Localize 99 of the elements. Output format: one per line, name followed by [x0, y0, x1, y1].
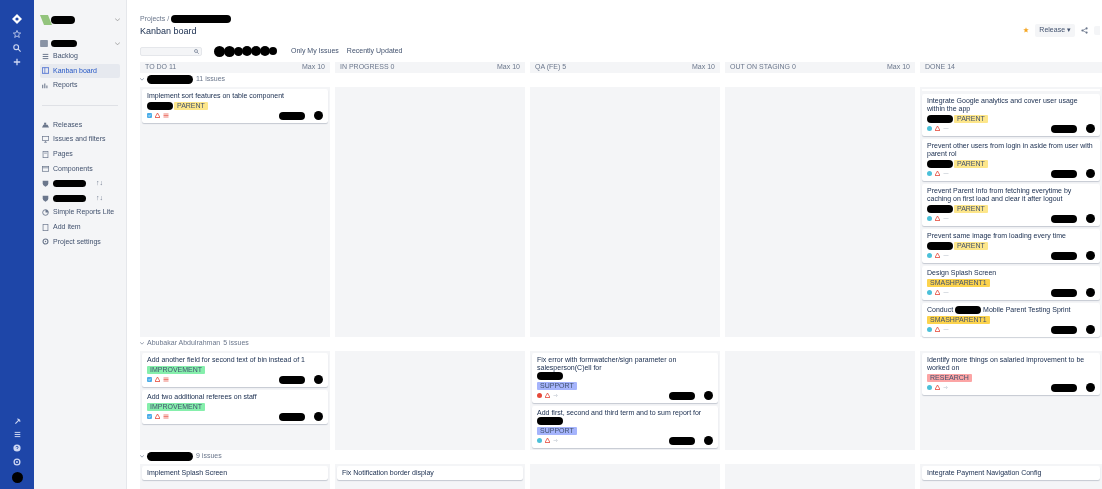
star-icon[interactable]: [13, 30, 21, 38]
search-icon[interactable]: [13, 44, 21, 52]
redaction-mark: [279, 111, 305, 120]
box-icon: [42, 165, 49, 173]
redaction-mark: [1086, 124, 1095, 133]
settings-icon: [42, 238, 49, 246]
redaction-mark: [314, 412, 323, 421]
chevron-icon[interactable]: [140, 342, 144, 345]
warning-icon: [545, 438, 550, 443]
warning-icon: [935, 385, 940, 390]
priority-icon: [163, 377, 169, 382]
page-title: Kanban board: [140, 24, 198, 37]
dot-icon: [927, 327, 932, 332]
warning-icon: [935, 171, 940, 176]
redaction-mark: [1086, 288, 1095, 297]
redaction-mark: [214, 45, 225, 57]
redaction-mark: [1051, 325, 1077, 334]
priority-icon: [163, 113, 169, 118]
plus-icon[interactable]: [13, 58, 21, 66]
pin-icon[interactable]: [13, 418, 21, 425]
board-icon: [40, 40, 48, 47]
star-icon[interactable]: [1023, 27, 1030, 34]
dash-icon: [943, 327, 949, 332]
dot-icon: [927, 290, 932, 295]
redaction-mark: [955, 305, 982, 314]
dash-icon: [943, 171, 949, 176]
settings-icon[interactable]: [13, 458, 21, 466]
dash-icon: [943, 290, 949, 295]
redaction-mark: [279, 375, 305, 384]
document-icon: [42, 223, 49, 231]
redaction-mark: [224, 45, 235, 57]
redaction-mark: [1086, 214, 1095, 223]
pie-icon: [42, 209, 49, 217]
redaction-mark: [53, 194, 86, 202]
redaction-mark: [1051, 124, 1077, 133]
redaction-mark: [1051, 288, 1077, 297]
redaction-mark: [1086, 325, 1095, 334]
redaction-mark: [704, 391, 713, 400]
warning-icon: [155, 377, 160, 382]
dot-icon: [927, 253, 932, 258]
arrow-icon: [553, 393, 559, 398]
redaction-mark: [1051, 169, 1077, 178]
redaction-mark: [279, 412, 305, 421]
search-field[interactable]: [140, 46, 202, 56]
redaction-mark: [669, 436, 695, 445]
checkbox-icon: [147, 377, 152, 382]
warning-icon: [545, 393, 550, 398]
ship-icon: [42, 121, 49, 129]
arrow-icon: [553, 438, 559, 443]
warning-icon: [155, 113, 160, 118]
redaction-mark: [1051, 251, 1077, 260]
redaction-mark: [537, 371, 563, 380]
chevron-icon[interactable]: [140, 455, 144, 458]
redaction-mark: [314, 111, 323, 120]
dot-icon: [537, 393, 542, 398]
warning-icon: [935, 216, 940, 221]
monitor-icon: [42, 136, 49, 144]
help-icon[interactable]: [13, 444, 21, 452]
redaction-mark: [1086, 251, 1095, 260]
checkbox-icon: [147, 113, 152, 118]
warning-icon: [155, 414, 160, 419]
dot-icon: [927, 385, 932, 390]
redaction-mark: [11, 472, 23, 483]
dot-icon: [927, 216, 932, 221]
search-icon: [194, 48, 199, 54]
arrow-icon: [943, 385, 949, 390]
chart-icon: [42, 82, 49, 89]
redaction-mark: [1086, 383, 1095, 392]
warning-icon: [935, 126, 940, 131]
redaction-mark: [1086, 169, 1095, 178]
redaction-mark: [537, 416, 563, 425]
dot-icon: [537, 438, 542, 443]
redaction-mark: [53, 179, 86, 187]
chevron-icon[interactable]: [140, 78, 144, 81]
logo-icon[interactable]: [12, 14, 22, 24]
list-icon: [42, 52, 49, 60]
dash-icon: [943, 253, 949, 258]
redaction-mark: [1051, 214, 1077, 223]
redaction-mark: [51, 40, 77, 47]
dot-icon: [927, 126, 932, 131]
redaction-mark: [171, 15, 232, 24]
warning-icon: [935, 290, 940, 295]
list-icon[interactable]: [13, 431, 21, 438]
redaction-mark: [704, 436, 713, 445]
redaction-mark: [51, 16, 75, 24]
dash-icon: [943, 216, 949, 221]
checkbox-icon: [147, 414, 152, 419]
redaction-mark: [1051, 383, 1077, 392]
dash-icon: [943, 126, 949, 131]
page-icon: [42, 150, 49, 158]
priority-icon: [163, 414, 169, 419]
board-icon: [42, 67, 49, 75]
dot-icon: [927, 171, 932, 176]
share-icon[interactable]: [1081, 26, 1088, 34]
project-logo-icon: [40, 14, 52, 26]
redaction-mark: [314, 375, 323, 384]
warning-icon: [935, 327, 940, 332]
warning-icon: [935, 253, 940, 258]
redaction-mark: [669, 391, 695, 400]
